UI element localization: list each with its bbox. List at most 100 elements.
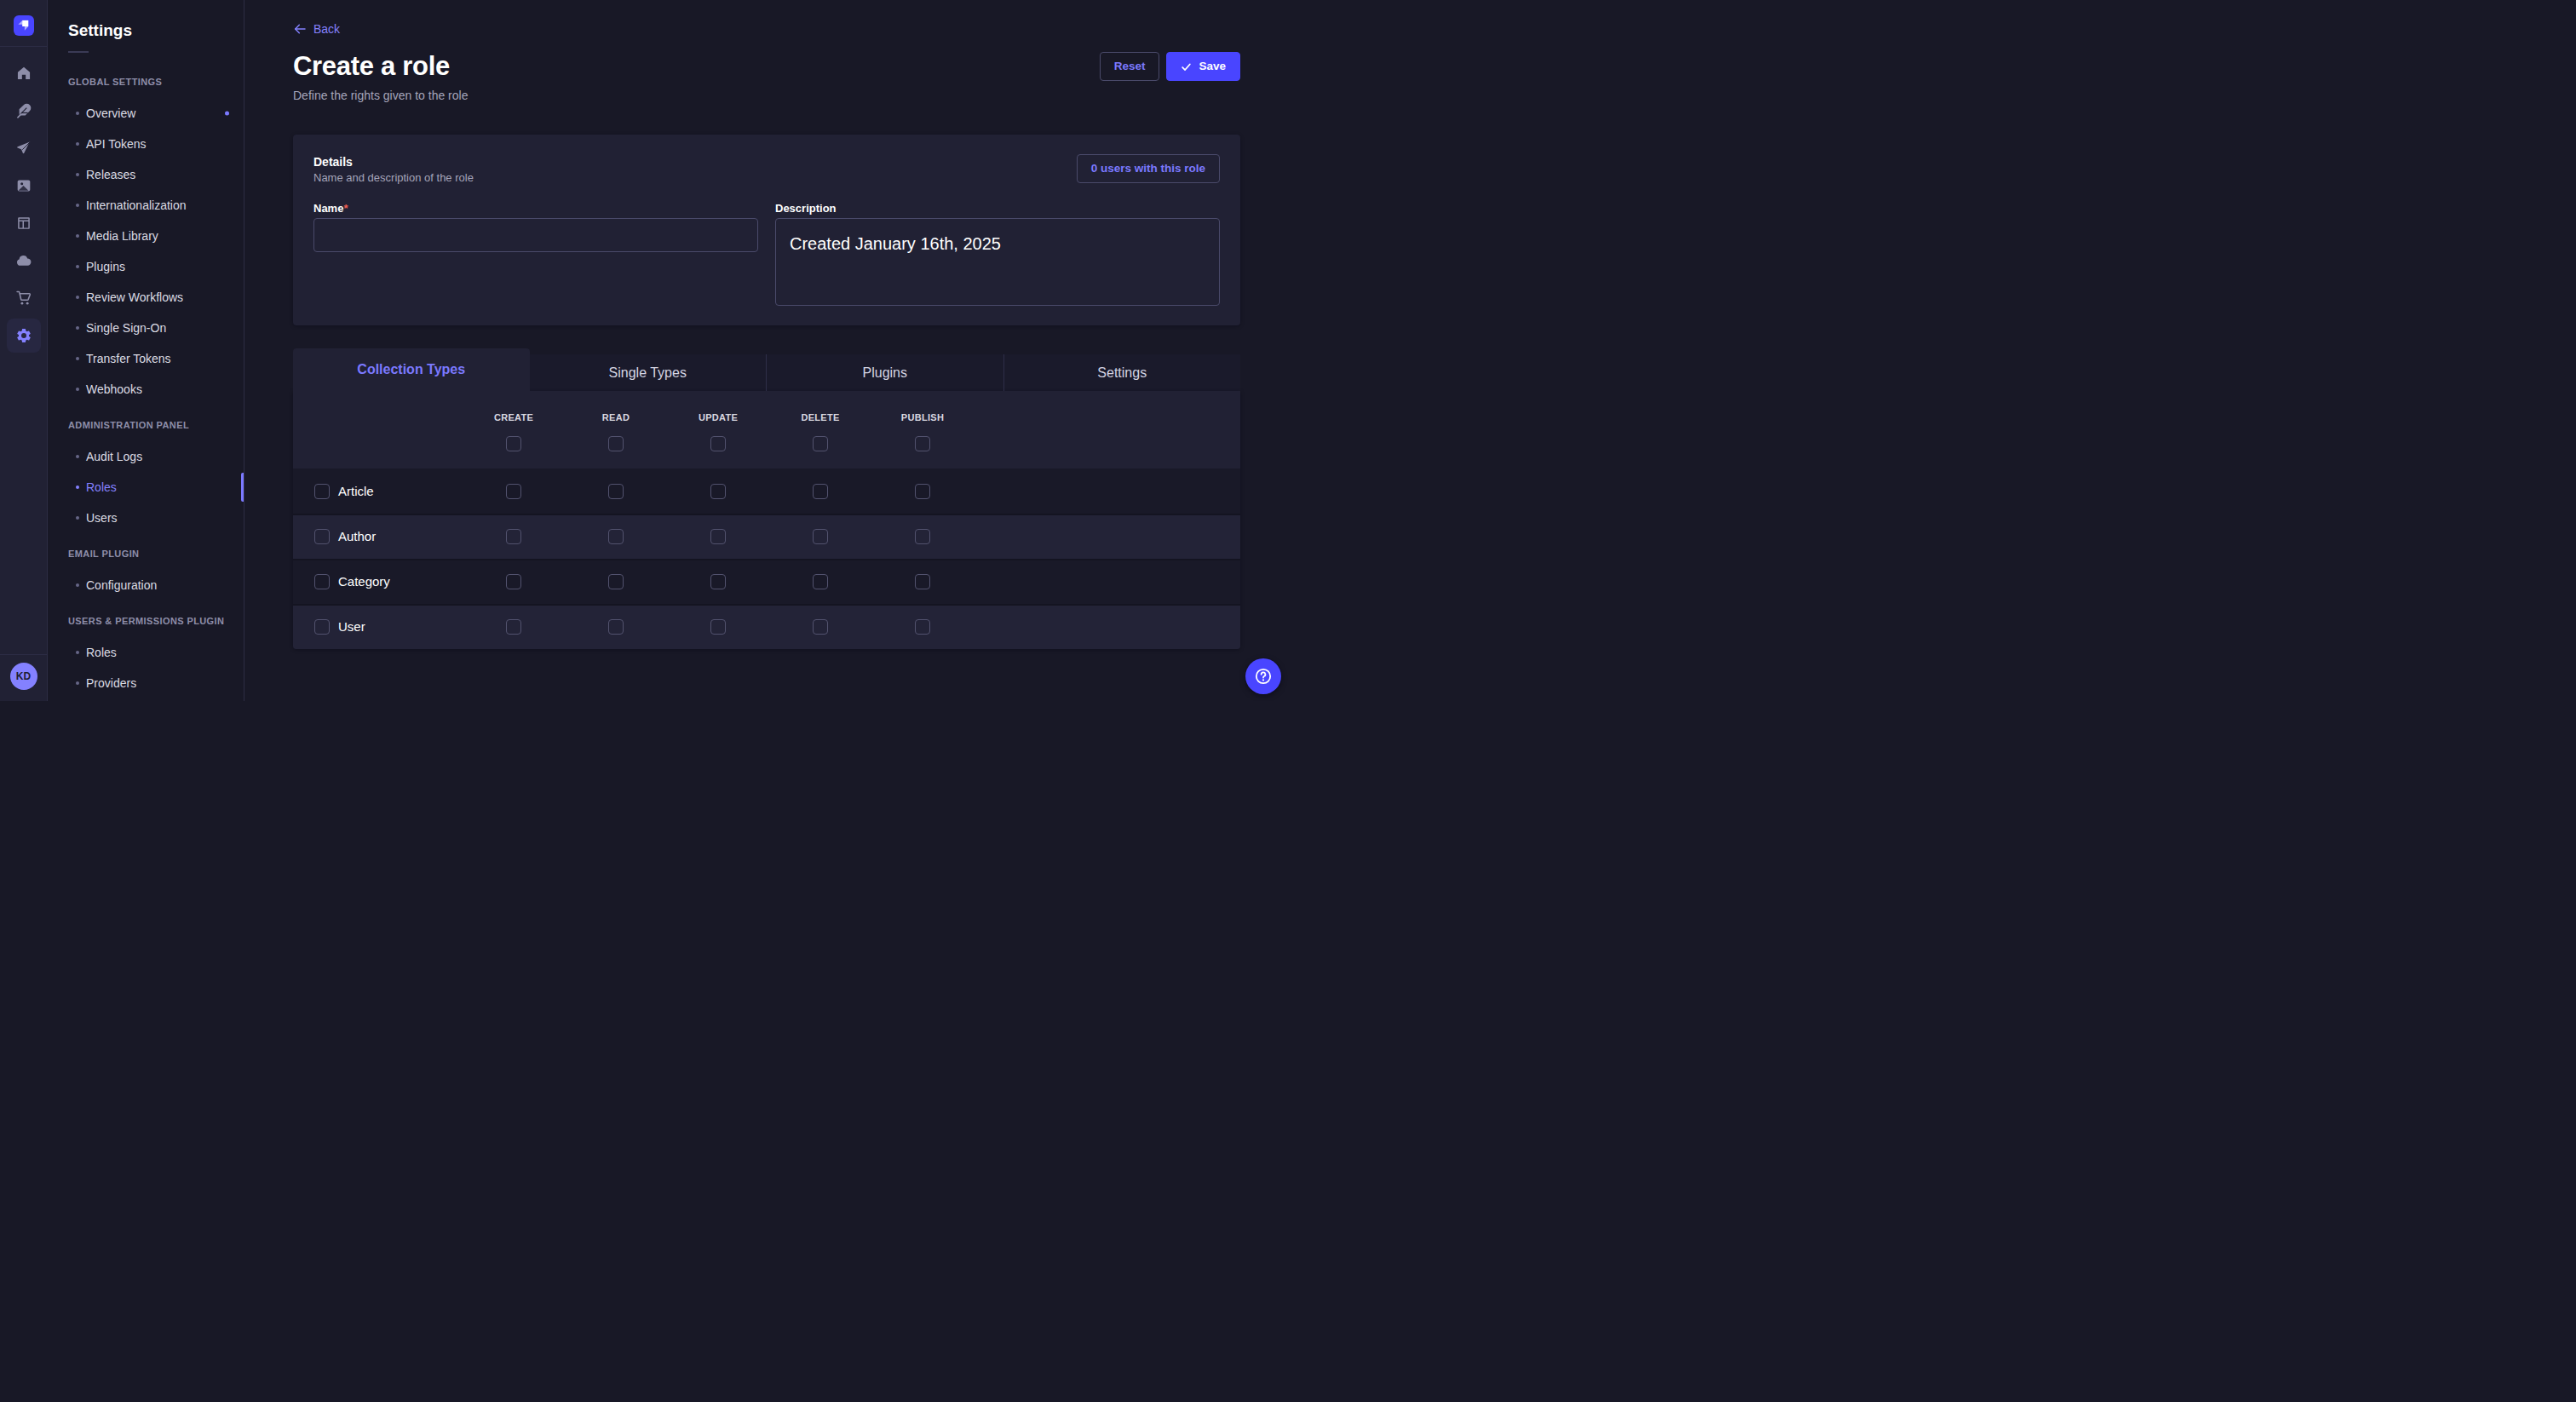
nav-paper-plane-button[interactable]: [7, 131, 41, 165]
tab-single-types[interactable]: Single Types: [530, 354, 767, 391]
nav-gear-button[interactable]: [7, 319, 41, 353]
settings-sidebar: Settings Global SettingsOverviewAPI Toke…: [48, 0, 244, 701]
nav-home-button[interactable]: [7, 56, 41, 90]
select-all-publish-checkbox[interactable]: [915, 436, 930, 451]
column-header-delete: Delete: [769, 412, 871, 422]
category-create-checkbox[interactable]: [506, 574, 521, 589]
sidebar-item-webhooks[interactable]: Webhooks: [48, 374, 244, 405]
sidebar-item-roles[interactable]: Roles: [48, 472, 244, 503]
article-publish-checkbox[interactable]: [915, 484, 930, 499]
help-button[interactable]: [1245, 658, 1281, 694]
gear-icon: [15, 327, 32, 344]
category-update-checkbox[interactable]: [710, 574, 726, 589]
row-article-checkbox[interactable]: [314, 484, 330, 499]
paper-plane-icon: [15, 140, 32, 157]
user-publish-checkbox[interactable]: [915, 619, 930, 635]
select-all-create-checkbox[interactable]: [506, 436, 521, 451]
sidebar-item-transfer-tokens[interactable]: Transfer Tokens: [48, 343, 244, 374]
sidebar-item-configuration[interactable]: Configuration: [48, 570, 244, 600]
tab-plugins[interactable]: Plugins: [767, 354, 1003, 391]
sidebar-item-label: Plugins: [86, 260, 125, 273]
sidebar-item-label: Webhooks: [86, 382, 142, 396]
sidebar-item-audit-logs[interactable]: Audit Logs: [48, 441, 244, 472]
sidebar-item-overview[interactable]: Overview: [48, 98, 244, 129]
author-publish-checkbox[interactable]: [915, 529, 930, 544]
sidebar-item-plugins[interactable]: Plugins: [48, 251, 244, 282]
category-delete-checkbox[interactable]: [813, 574, 828, 589]
bullet-icon: [76, 112, 79, 115]
sidebar-item-media-library[interactable]: Media Library: [48, 221, 244, 251]
bullet-icon: [76, 388, 79, 391]
details-card: Details Name and description of the role…: [293, 135, 1240, 325]
bullet-icon: [76, 296, 79, 299]
sidebar-item-review-workflows[interactable]: Review Workflows: [48, 282, 244, 313]
user-create-checkbox[interactable]: [506, 619, 521, 635]
save-button[interactable]: Save: [1166, 52, 1240, 81]
details-title: Details: [313, 154, 474, 170]
author-create-checkbox[interactable]: [506, 529, 521, 544]
page-subtitle: Define the rights given to the role: [293, 88, 1240, 103]
sidebar-item-label: Configuration: [86, 578, 157, 592]
permission-row-author: Author: [293, 514, 1240, 559]
nav-cart-button[interactable]: [7, 281, 41, 315]
article-delete-checkbox[interactable]: [813, 484, 828, 499]
strapi-logo[interactable]: [14, 15, 34, 36]
question-circle-icon: [1253, 666, 1274, 687]
sidebar-item-roles[interactable]: Roles: [48, 637, 244, 668]
permissions-tabs: Collection TypesSingle TypesPluginsSetti…: [293, 348, 1240, 391]
nav-layout-button[interactable]: [7, 206, 41, 240]
article-update-checkbox[interactable]: [710, 484, 726, 499]
sidebar-item-internationalization[interactable]: Internationalization: [48, 190, 244, 221]
bullet-icon: [76, 583, 79, 587]
sidebar-item-label: Audit Logs: [86, 450, 142, 463]
arrow-left-icon: [293, 22, 307, 36]
author-delete-checkbox[interactable]: [813, 529, 828, 544]
row-author-checkbox[interactable]: [314, 529, 330, 544]
user-delete-checkbox[interactable]: [813, 619, 828, 635]
users-with-role-button[interactable]: 0 users with this role: [1077, 154, 1220, 183]
user-update-checkbox[interactable]: [710, 619, 726, 635]
row-category-checkbox[interactable]: [314, 574, 330, 589]
nav-divider-top: [0, 46, 48, 47]
sidebar-item-releases[interactable]: Releases: [48, 159, 244, 190]
users-with-role-label: 0 users with this role: [1091, 161, 1205, 176]
page-title: Create a role: [293, 49, 450, 83]
nav-cloud-button[interactable]: [7, 244, 41, 278]
select-all-update-checkbox[interactable]: [710, 436, 726, 451]
row-label: Article: [338, 484, 374, 499]
reset-button[interactable]: Reset: [1100, 52, 1160, 81]
select-all-read-checkbox[interactable]: [608, 436, 624, 451]
permissions-header-checkboxes: [293, 436, 1240, 451]
sidebar-item-api-tokens[interactable]: API Tokens: [48, 129, 244, 159]
required-asterisk: *: [343, 202, 348, 215]
sidebar-item-users[interactable]: Users: [48, 503, 244, 533]
column-header-read: Read: [565, 412, 667, 422]
nav-feather-button[interactable]: [7, 94, 41, 128]
home-icon: [15, 65, 32, 82]
user-read-checkbox[interactable]: [608, 619, 624, 635]
name-input[interactable]: [313, 218, 758, 252]
reset-button-label: Reset: [1114, 59, 1146, 74]
sidebar-item-providers[interactable]: Providers: [48, 668, 244, 698]
sidebar-item-single-sign-on[interactable]: Single Sign-On: [48, 313, 244, 343]
sidebar-title-divider: [68, 51, 89, 53]
back-link[interactable]: Back: [293, 22, 340, 36]
category-publish-checkbox[interactable]: [915, 574, 930, 589]
tab-settings[interactable]: Settings: [1004, 354, 1241, 391]
description-textarea[interactable]: [775, 218, 1220, 306]
author-read-checkbox[interactable]: [608, 529, 624, 544]
sidebar-item-label: Internationalization: [86, 198, 187, 212]
author-update-checkbox[interactable]: [710, 529, 726, 544]
cart-icon: [15, 290, 32, 307]
sidebar-item-label: Users: [86, 511, 118, 525]
avatar[interactable]: KD: [10, 663, 37, 690]
category-read-checkbox[interactable]: [608, 574, 624, 589]
row-user-checkbox[interactable]: [314, 619, 330, 635]
article-create-checkbox[interactable]: [506, 484, 521, 499]
tab-collection-types[interactable]: Collection Types: [293, 348, 530, 391]
sidebar-item-label: Roles: [86, 646, 117, 659]
article-read-checkbox[interactable]: [608, 484, 624, 499]
feather-icon: [15, 102, 32, 119]
nav-images-button[interactable]: [7, 169, 41, 203]
select-all-delete-checkbox[interactable]: [813, 436, 828, 451]
